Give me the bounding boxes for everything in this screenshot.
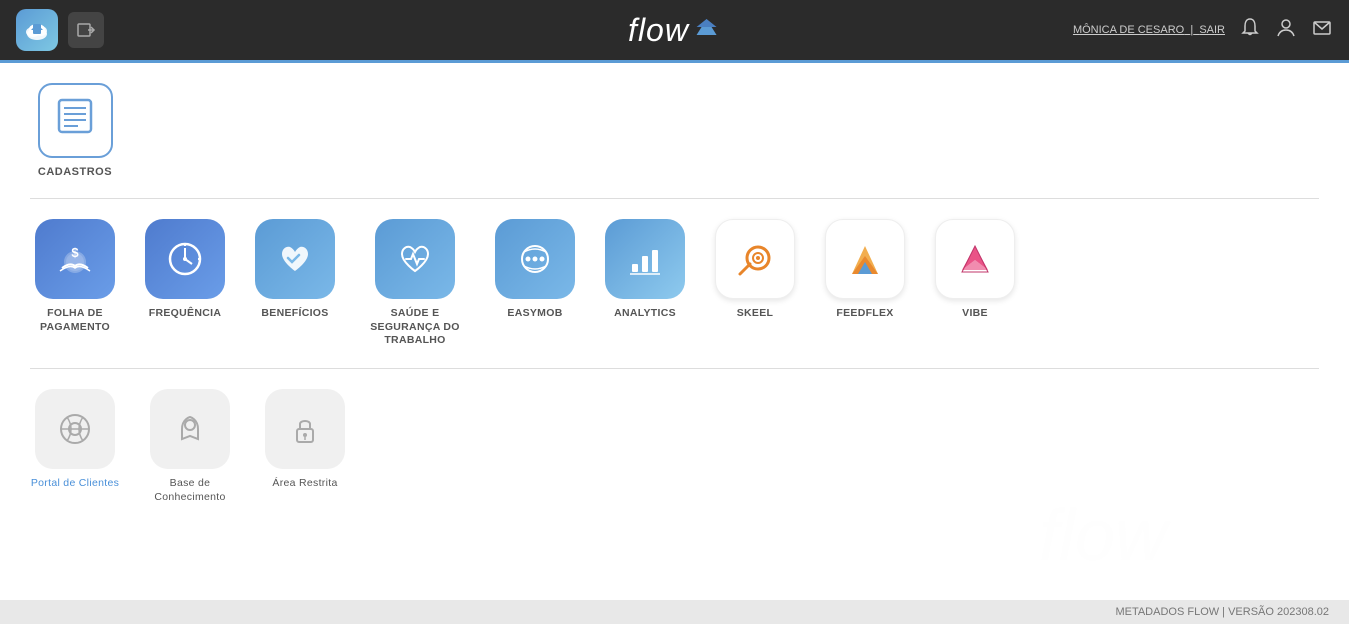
app-saude[interactable]: SAÚDE ESEGURANÇA DOTRABALHO — [360, 219, 470, 348]
vibe-label: VIBE — [962, 307, 988, 321]
app-beneficios[interactable]: BENEFÍCIOS — [250, 219, 340, 348]
divider-2 — [30, 368, 1319, 369]
saude-icon-box — [375, 219, 455, 299]
cloud-icon[interactable] — [16, 9, 58, 51]
app-folha[interactable]: $ FOLHA DEPAGAMENTO — [30, 219, 120, 348]
portal-icon-box — [35, 389, 115, 469]
app-easymob[interactable]: EASYMOB — [490, 219, 580, 348]
app-portal[interactable]: Portal de Clientes — [30, 389, 120, 504]
person-icon[interactable] — [1275, 16, 1297, 44]
app-base[interactable]: Base deConhecimento — [140, 389, 240, 504]
analytics-label: ANALYTICS — [614, 307, 676, 321]
divider-1 — [30, 198, 1319, 199]
feedflex-label: FEEDFLEX — [836, 307, 893, 321]
cadastros-icon-box — [38, 83, 113, 158]
beneficios-label: BENEFÍCIOS — [261, 307, 328, 321]
skeel-label: SKEEL — [737, 307, 774, 321]
app-skeel[interactable]: SKEEL — [710, 219, 800, 348]
folha-icon-box: $ — [35, 219, 115, 299]
analytics-icon-box — [605, 219, 685, 299]
app-vibe[interactable]: VIBE — [930, 219, 1020, 348]
user-info[interactable]: MÔNICA DE CESARO | SAIR — [1073, 24, 1225, 36]
easymob-icon-box — [495, 219, 575, 299]
skeel-icon-box — [715, 219, 795, 299]
apps-row-2: Portal de Clientes Base deConhecimento — [30, 389, 1319, 504]
logout-link[interactable]: SAIR — [1199, 24, 1225, 36]
header-left — [16, 9, 104, 51]
separator: | — [1190, 24, 1193, 36]
saude-label: SAÚDE ESEGURANÇA DOTRABALHO — [370, 307, 460, 348]
header-right: MÔNICA DE CESARO | SAIR — [1073, 16, 1333, 44]
app-analytics[interactable]: ANALYTICS — [600, 219, 690, 348]
cadastros-icon — [53, 94, 97, 147]
apps-row-1: $ FOLHA DEPAGAMENTO FREQUÊNCIA — [30, 219, 1319, 348]
app-area[interactable]: Área Restrita — [260, 389, 350, 504]
frequencia-label: FREQUÊNCIA — [149, 307, 221, 321]
base-label: Base deConhecimento — [154, 477, 225, 504]
app-frequencia[interactable]: FREQUÊNCIA — [140, 219, 230, 348]
easymob-label: EASYMOB — [507, 307, 562, 321]
beneficios-icon-box — [255, 219, 335, 299]
header-logo: flow — [628, 12, 721, 49]
feedflex-icon-box — [825, 219, 905, 299]
header: flow MÔNICA DE CESARO | SAIR — [0, 0, 1349, 60]
footer: METADADOS FLOW | VERSÃO 202308.02 — [0, 600, 1349, 624]
mail-icon[interactable] — [1311, 16, 1333, 44]
app-feedflex[interactable]: FEEDFLEX — [820, 219, 910, 348]
cadastros-item[interactable]: CADASTROS — [30, 83, 120, 178]
folha-label: FOLHA DEPAGAMENTO — [40, 307, 110, 334]
arrow-icon[interactable] — [68, 12, 104, 48]
area-label: Área Restrita — [272, 477, 337, 491]
svg-text:$: $ — [71, 245, 79, 260]
portal-label: Portal de Clientes — [31, 477, 119, 491]
area-icon-box — [265, 389, 345, 469]
frequencia-icon-box — [145, 219, 225, 299]
footer-text: METADADOS FLOW | VERSÃO 202308.02 — [1115, 606, 1329, 618]
vibe-icon-box — [935, 219, 1015, 299]
base-icon-box — [150, 389, 230, 469]
bell-icon[interactable] — [1239, 16, 1261, 44]
logo-arrow-icon — [693, 13, 721, 47]
cadastros-label: CADASTROS — [38, 166, 112, 178]
main-content: CADASTROS $ FOLHA DEPAGAMENTO — [0, 63, 1349, 544]
user-name: MÔNICA DE CESARO — [1073, 24, 1184, 36]
logo-text: flow — [628, 12, 689, 49]
